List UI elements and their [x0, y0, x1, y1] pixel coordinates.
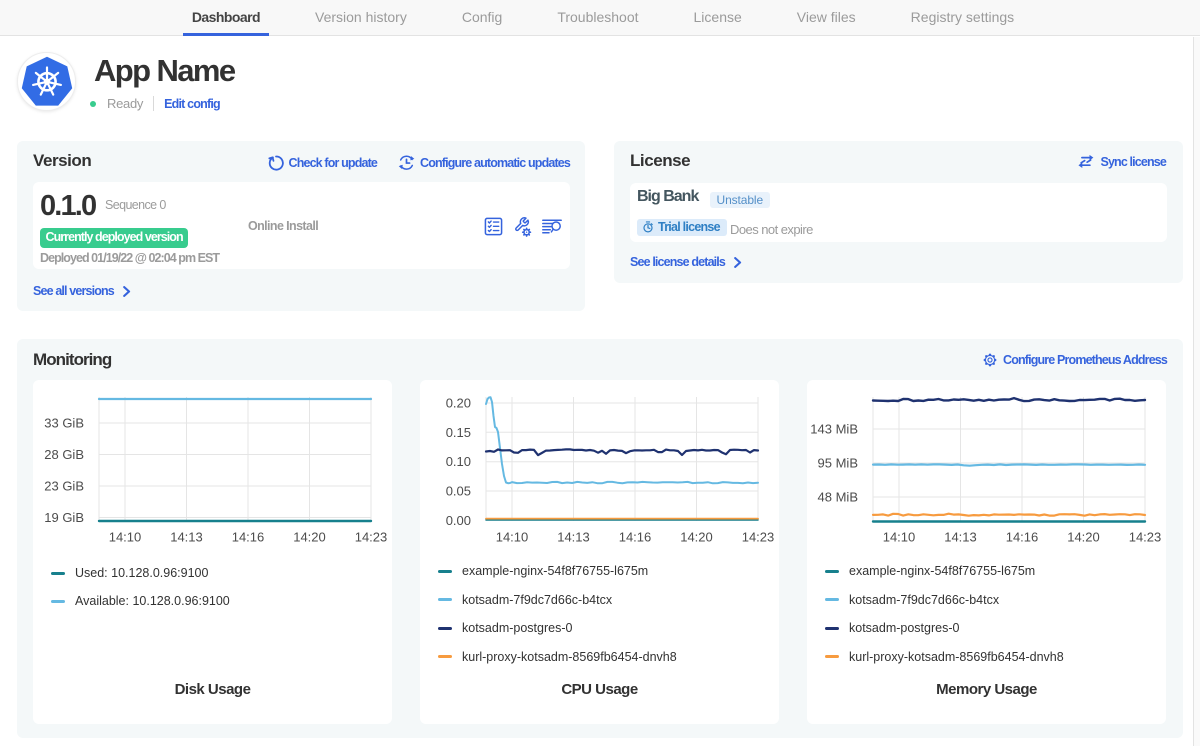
svg-text:14:20: 14:20	[680, 530, 713, 545]
svg-text:14:20: 14:20	[293, 530, 326, 545]
svg-text:0.20: 0.20	[446, 396, 471, 411]
svg-text:0.00: 0.00	[446, 513, 471, 528]
svg-text:0.15: 0.15	[446, 425, 471, 440]
svg-text:14:13: 14:13	[557, 530, 590, 545]
svg-text:23 GiB: 23 GiB	[44, 479, 84, 494]
svg-text:14:23: 14:23	[355, 530, 388, 545]
svg-text:14:16: 14:16	[232, 530, 265, 545]
svg-text:14:10: 14:10	[109, 530, 142, 545]
svg-text:143 MiB: 143 MiB	[810, 422, 858, 437]
svg-text:28 GiB: 28 GiB	[44, 447, 84, 462]
svg-text:14:13: 14:13	[170, 530, 203, 545]
svg-text:14:20: 14:20	[1067, 530, 1100, 545]
svg-text:14:16: 14:16	[619, 530, 652, 545]
svg-text:14:13: 14:13	[944, 530, 977, 545]
svg-text:14:23: 14:23	[742, 530, 775, 545]
svg-text:33 GiB: 33 GiB	[44, 416, 84, 431]
svg-text:14:16: 14:16	[1006, 530, 1039, 545]
svg-text:19 GiB: 19 GiB	[44, 510, 84, 525]
svg-text:14:23: 14:23	[1129, 530, 1162, 545]
svg-text:14:10: 14:10	[496, 530, 529, 545]
svg-text:48 MiB: 48 MiB	[818, 490, 858, 505]
svg-text:0.10: 0.10	[446, 454, 471, 469]
svg-text:0.05: 0.05	[446, 484, 471, 499]
svg-text:95 MiB: 95 MiB	[818, 456, 858, 471]
svg-text:14:10: 14:10	[883, 530, 916, 545]
